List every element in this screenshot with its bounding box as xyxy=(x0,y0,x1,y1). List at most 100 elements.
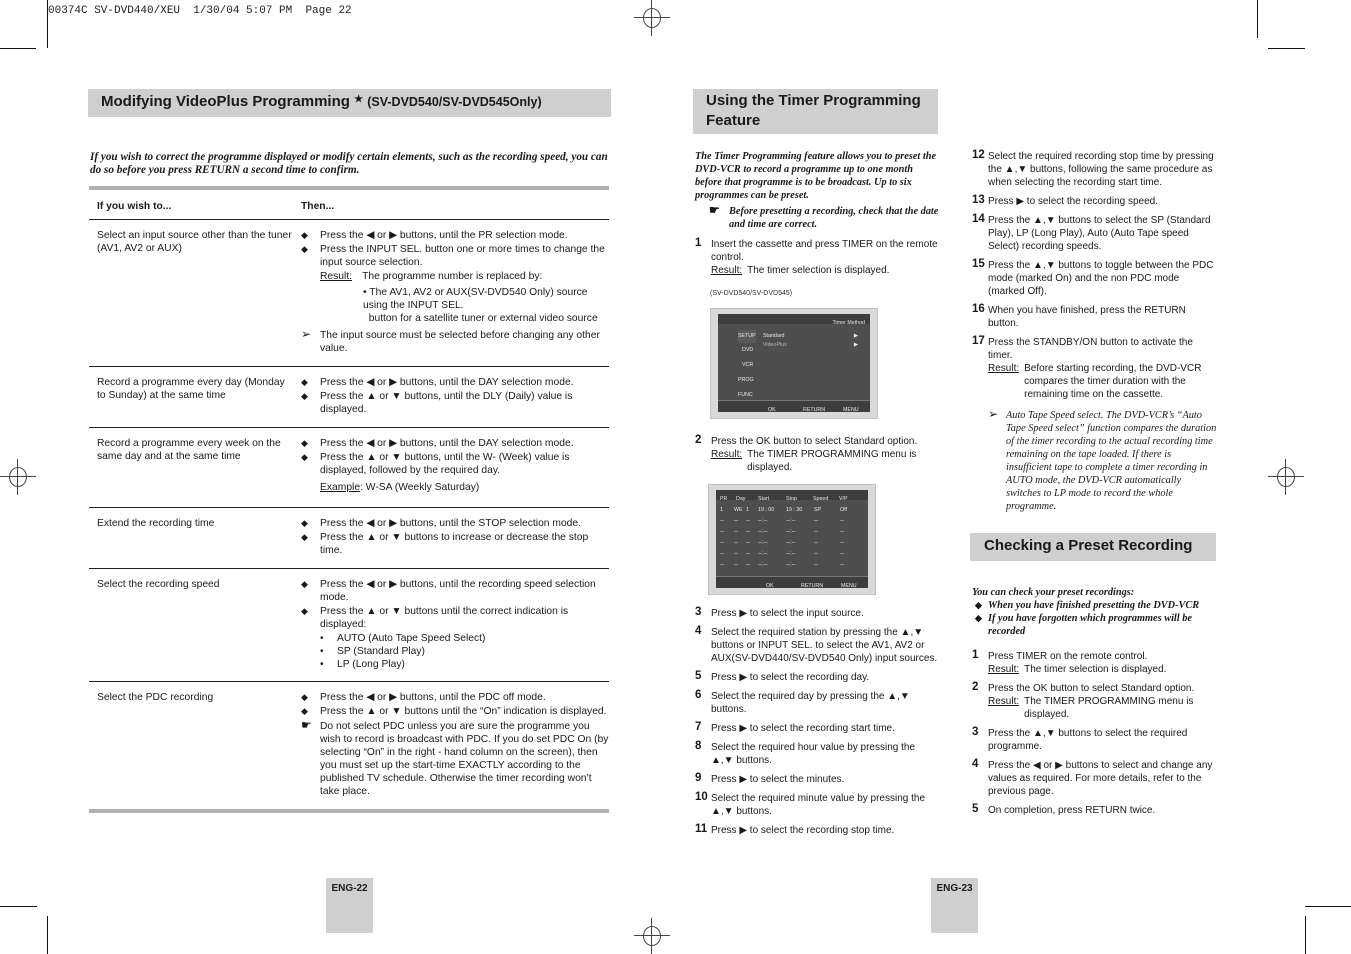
step: 6 Select the required day by pressing the… xyxy=(695,689,910,715)
wish-cell: Record a programme every week on the sam… xyxy=(89,427,293,508)
screen-empty-cell: -- xyxy=(746,562,750,568)
diamond-bullet-icon: ◆ xyxy=(301,518,308,528)
step: 5 On completion, press RETURN twice. xyxy=(972,803,1156,816)
crop-mark xyxy=(0,906,37,907)
auto-tape-note: ➢ Auto Tape Speed select. The DVD-VCR’s … xyxy=(988,407,1217,513)
speed-option: AUTO (Auto Tape Speed Select) xyxy=(320,632,609,645)
column-header: If you wish to... xyxy=(89,186,293,220)
wish-cell: Extend the recording time xyxy=(89,507,293,569)
intro-text: If you wish to correct the programme dis… xyxy=(90,151,608,176)
crop-mark xyxy=(1305,906,1351,907)
diamond-bullet-icon: ◆ xyxy=(301,452,308,462)
screen-empty-cell: -- xyxy=(720,562,724,568)
diamond-bullet-icon: ◆ xyxy=(975,613,982,623)
crop-mark xyxy=(47,916,48,954)
step: 5 Press ▶ to select the recording day. xyxy=(695,670,870,683)
then-cell: ◆ Press the ◀ or ▶ buttons, until the PR … xyxy=(293,219,609,367)
pointing-hand-icon: ☛ xyxy=(709,203,720,217)
registration-mark-right xyxy=(1268,459,1304,495)
diamond-bullet-icon: ◆ xyxy=(301,579,308,589)
modification-table: If you wish to... Then... Select an inpu… xyxy=(89,186,609,813)
table-row: Record a programme every day (Monday to … xyxy=(89,366,609,428)
page-number-tab: ENG-23 xyxy=(931,878,978,933)
table-row: Select the recording speed ◆ Press the ◀ … xyxy=(89,568,609,682)
wish-cell: Select the PDC recording xyxy=(89,681,293,813)
star-icon: ★ xyxy=(354,94,364,105)
screen-empty-cell: --:-- xyxy=(758,562,768,568)
check-bullet: ◆ If you have forgotten which programmes … xyxy=(975,613,1192,637)
then-cell: ◆ Press the ◀ or ▶ buttons, until the DAY… xyxy=(293,427,609,508)
diamond-bullet-icon: ◆ xyxy=(301,606,308,616)
column-header: Then... xyxy=(293,186,609,220)
step: 13 Press ▶ to select the recording speed. xyxy=(972,194,1158,207)
step: 2 Press the OK button to select Standard … xyxy=(695,434,918,473)
screen-empty-cell: --:-- xyxy=(786,562,796,568)
diamond-bullet-icon: ◆ xyxy=(301,391,308,401)
diamond-bullet-icon: ◆ xyxy=(301,692,308,702)
screen-empty-cell: -- xyxy=(734,562,738,568)
diamond-bullet-icon: ◆ xyxy=(301,532,308,542)
step: 12 Select the required recording stop tim… xyxy=(972,149,1214,188)
arrow-note-icon: ➢ xyxy=(988,407,999,421)
check-intro: You can check your preset recordings: xyxy=(972,587,1135,598)
timer-intro: The Timer Programming feature allows you… xyxy=(695,151,937,201)
then-cell: ◆ Press the ◀ or ▶ buttons, until the PDC… xyxy=(293,681,609,813)
diamond-bullet-icon: ◆ xyxy=(301,438,308,448)
step: 7 Press ▶ to select the recording start t… xyxy=(695,721,895,734)
screen-empty-cell: -- xyxy=(840,562,844,568)
speed-option: SP (Standard Play) xyxy=(320,645,609,658)
table-row: Select an input source other than the tu… xyxy=(89,219,609,367)
step: 3 Press ▶ to select the input source. xyxy=(695,606,864,619)
step: 3 Press the ▲,▼ buttons to select the req… xyxy=(972,726,1188,752)
step: 4 Select the required station by pressing… xyxy=(695,625,938,664)
diamond-bullet-icon: ◆ xyxy=(301,706,308,716)
registration-mark-bottom xyxy=(634,918,670,954)
diamond-bullet-icon: ◆ xyxy=(301,244,308,254)
crop-mark xyxy=(1257,0,1258,38)
then-cell: ◆ Press the ◀ or ▶ buttons, until the rec… xyxy=(293,568,609,682)
crop-mark xyxy=(1305,916,1306,954)
step: 8 Select the required hour value by press… xyxy=(695,740,916,766)
step: 16 When you have finished, press the RETU… xyxy=(972,303,1186,329)
screen-empty-cell: -- xyxy=(814,562,818,568)
registration-mark-left xyxy=(0,459,36,495)
step: 17 Press the STANDBY/ON button to activat… xyxy=(972,335,1202,400)
section-title-checking-preset: Checking a Preset Recording xyxy=(970,533,1216,561)
step: 14 Press the ▲,▼ buttons to select the SP… xyxy=(972,213,1211,252)
pointing-hand-icon: ☛ xyxy=(301,718,312,732)
diamond-bullet-icon: ◆ xyxy=(301,377,308,387)
section-title-timer-programming: Using the Timer Programming Feature xyxy=(693,89,938,134)
timer-method-screen: Timer Method SETUP DVD VCR PROG FUNC Sta… xyxy=(710,308,878,419)
check-bullet: ◆ When you have finished presetting the D… xyxy=(975,600,1200,611)
step: 10 Select the required minute value by pr… xyxy=(695,791,926,817)
wish-cell: Select an input source other than the tu… xyxy=(89,219,293,367)
table-row: Record a programme every week on the sam… xyxy=(89,427,609,508)
step: 1 Press TIMER on the remote control. Resu… xyxy=(972,649,1167,675)
diamond-bullet-icon: ◆ xyxy=(301,230,308,240)
then-cell: ◆ Press the ◀ or ▶ buttons, until the STO… xyxy=(293,507,609,569)
step: 9 Press ▶ to select the minutes. xyxy=(695,772,845,785)
wish-cell: Record a programme every day (Monday to … xyxy=(89,366,293,428)
model-note: (SV-DVD540/SV-DVD545) xyxy=(710,290,793,297)
step: 1 Insert the cassette and press TIMER on … xyxy=(695,237,938,276)
speed-option: LP (Long Play) xyxy=(320,658,609,671)
timer-note: ☛ Before presetting a recording, check t… xyxy=(709,203,939,231)
step: 15 Press the ▲,▼ buttons to toggle betwee… xyxy=(972,258,1214,297)
crop-mark xyxy=(1268,48,1305,49)
chevron-right-icon: ▶ xyxy=(853,342,858,348)
step: 4 Press the ◀ or ▶ buttons to select and … xyxy=(972,758,1213,797)
step: 2 Press the OK button to select Standard … xyxy=(972,681,1195,720)
print-header: 00374C SV-DVD440/XEU 1/30/04 5:07 PM Pag… xyxy=(48,5,352,17)
table-row: Select the PDC recording ◆ Press the ◀ or… xyxy=(89,681,609,813)
speed-list: AUTO (Auto Tape Speed Select) SP (Standa… xyxy=(301,632,609,671)
timer-column: The Timer Programming feature allows you… xyxy=(695,150,940,843)
crop-mark xyxy=(47,0,48,48)
check-column: You can check your preset recordings: ◆ W… xyxy=(972,586,1218,823)
crop-mark xyxy=(0,48,36,49)
step: 11 Press ▶ to select the recording stop t… xyxy=(695,823,895,836)
registration-mark-top xyxy=(634,0,670,36)
then-cell: ◆ Press the ◀ or ▶ buttons, until the DAY… xyxy=(293,366,609,428)
table-row: Extend the recording time ◆ Press the ◀ o… xyxy=(89,507,609,569)
arrow-note-icon: ➢ xyxy=(301,327,312,341)
timer-programming-screen: PR Day Start Stop Speed V/P 1 WE 1 19 : 00 19 : 3… xyxy=(708,484,876,595)
